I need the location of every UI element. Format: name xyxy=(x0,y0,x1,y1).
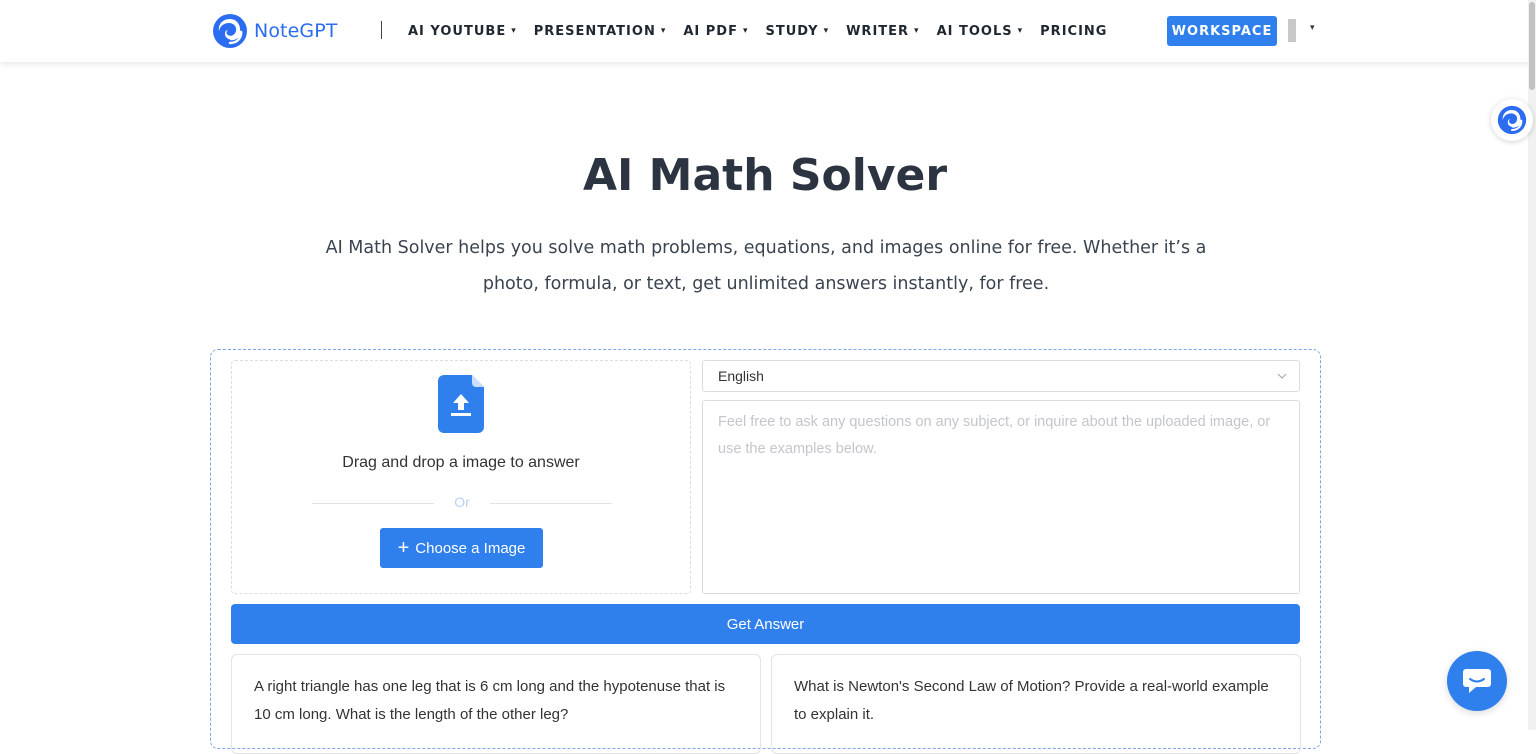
nav-pricing[interactable]: PRICING xyxy=(1040,24,1107,39)
chevron-down-icon[interactable]: ▾ xyxy=(1310,22,1315,33)
chevron-down-icon: ▾ xyxy=(914,26,919,36)
nav-presentation[interactable]: PRESENTATION ▾ xyxy=(534,24,666,39)
chat-bubble-icon xyxy=(1463,669,1491,693)
floating-assistant-button[interactable] xyxy=(1491,99,1533,141)
nav-ai-tools[interactable]: AI TOOLS ▾ xyxy=(937,24,1023,39)
page-title: AI Math Solver xyxy=(582,150,948,201)
chevron-down-icon: ▾ xyxy=(511,26,516,36)
nav-study[interactable]: STUDY ▾ xyxy=(766,24,829,39)
avatar[interactable] xyxy=(1288,19,1296,42)
workspace-button[interactable]: WORKSPACE xyxy=(1167,16,1277,46)
nav-divider xyxy=(381,21,382,39)
plus-icon: + xyxy=(397,537,410,559)
brand-logo[interactable]: NoteGPT xyxy=(212,13,337,49)
top-navbar: NoteGPT AI YOUTUBE ▾ PRESENTATION ▾ AI PDF… xyxy=(0,0,1536,62)
page-subtitle: AI Math Solver helps you solve math prob… xyxy=(325,238,1207,294)
language-selected: English xyxy=(718,368,764,384)
or-divider: Or xyxy=(312,494,612,512)
file-upload-icon xyxy=(438,375,484,433)
choose-image-label: Choose a Image xyxy=(415,539,526,557)
choose-image-button[interactable]: + Choose a Image xyxy=(380,528,543,568)
question-input[interactable] xyxy=(702,400,1300,594)
get-answer-button[interactable]: Get Answer xyxy=(231,604,1300,644)
chevron-down-icon xyxy=(1277,373,1287,379)
example-question-card[interactable]: What is Newton's Second Law of Motion? P… xyxy=(771,654,1301,754)
chevron-down-icon: ▾ xyxy=(742,26,748,36)
chevron-down-icon: ▾ xyxy=(823,26,829,36)
language-select[interactable]: English xyxy=(702,360,1300,392)
main-nav: AI YOUTUBE ▾ PRESENTATION ▾ AI PDF ▾ STUDY ▾… xyxy=(408,0,1125,62)
nav-ai-pdf[interactable]: AI PDF ▾ xyxy=(683,24,747,39)
or-label: Or xyxy=(454,494,470,510)
divider-line xyxy=(490,503,612,504)
notegpt-logo-icon xyxy=(1497,105,1527,135)
example-question-card[interactable]: A right triangle has one leg that is 6 c… xyxy=(231,654,761,754)
nav-writer[interactable]: WRITER ▾ xyxy=(846,24,918,39)
chevron-down-icon: ▾ xyxy=(660,26,666,36)
notegpt-logo-icon xyxy=(213,14,247,48)
chat-support-button[interactable] xyxy=(1447,651,1507,711)
nav-ai-youtube[interactable]: AI YOUTUBE ▾ xyxy=(408,24,516,39)
scrollbar-thumb[interactable] xyxy=(1529,2,1535,90)
dropzone-label: Drag and drop a image to answer xyxy=(342,454,580,471)
brand-name: NoteGPT xyxy=(254,20,338,42)
chevron-down-icon: ▾ xyxy=(1017,26,1023,36)
